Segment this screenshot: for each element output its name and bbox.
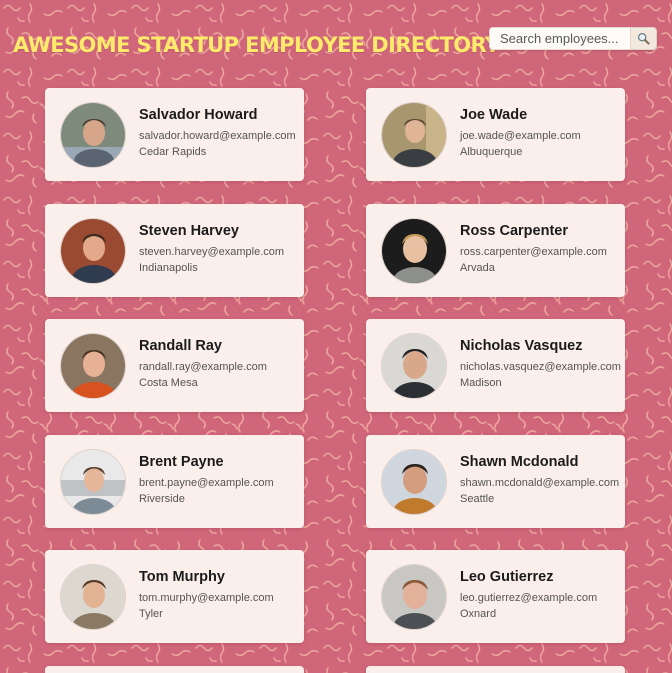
avatar	[60, 449, 126, 515]
employee-city: Tyler	[139, 608, 163, 620]
employee-card[interactable]: Ross Carpenter ross.carpenter@example.co…	[366, 204, 625, 297]
avatar	[381, 102, 447, 168]
avatar	[381, 449, 447, 515]
employee-card[interactable]	[366, 666, 625, 673]
search-button[interactable]	[630, 27, 657, 50]
page-header: AWESOME STARTUP EMPLOYEE DIRECTORY	[0, 0, 672, 80]
search-input[interactable]	[489, 27, 630, 50]
employee-city: Oxnard	[460, 608, 497, 620]
search-icon	[637, 32, 650, 45]
employee-city: Cedar Rapids	[139, 146, 207, 158]
employee-name: Tom Murphy	[139, 569, 225, 585]
employee-card[interactable]: Shawn Mcdonald shawn.mcdonald@example.co…	[366, 435, 625, 528]
employee-email: ross.carpenter@example.com	[460, 246, 607, 258]
employee-city: Riverside	[139, 493, 185, 505]
employee-city: Indianapolis	[139, 262, 198, 274]
avatar	[381, 333, 447, 399]
employee-name: Nicholas Vasquez	[460, 338, 583, 354]
employee-name: Leo Gutierrez	[460, 569, 554, 585]
employee-card[interactable]	[45, 666, 304, 673]
employee-card[interactable]: Steven Harvey steven.harvey@example.com …	[45, 204, 304, 297]
page-title: AWESOME STARTUP EMPLOYEE DIRECTORY	[13, 33, 500, 57]
employee-name: Brent Payne	[139, 454, 224, 470]
employee-card[interactable]: Brent Payne brent.payne@example.com Rive…	[45, 435, 304, 528]
employee-city: Albuquerque	[460, 146, 523, 158]
employee-card[interactable]: Joe Wade joe.wade@example.com Albuquerqu…	[366, 88, 625, 181]
employee-name: Salvador Howard	[139, 107, 258, 123]
employee-card[interactable]: Randall Ray randall.ray@example.com Cost…	[45, 319, 304, 412]
employee-email: tom.murphy@example.com	[139, 592, 274, 604]
employee-email: leo.gutierrez@example.com	[460, 592, 598, 604]
employee-card[interactable]: Salvador Howard salvador.howard@example.…	[45, 88, 304, 181]
avatar	[381, 564, 447, 630]
employee-card[interactable]: Tom Murphy tom.murphy@example.com Tyler	[45, 550, 304, 643]
employee-name: Joe Wade	[460, 107, 528, 123]
employee-name: Shawn Mcdonald	[460, 454, 579, 470]
employee-email: nicholas.vasquez@example.com	[460, 361, 621, 373]
avatar	[60, 564, 126, 630]
employee-city: Seattle	[460, 493, 495, 505]
avatar	[381, 218, 447, 284]
employee-email: salvador.howard@example.com	[139, 130, 296, 142]
employee-city: Madison	[460, 377, 502, 389]
employee-name: Randall Ray	[139, 338, 222, 354]
employee-city: Costa Mesa	[139, 377, 198, 389]
employee-name: Steven Harvey	[139, 223, 239, 239]
employee-email: joe.wade@example.com	[460, 130, 581, 142]
search-form	[489, 27, 657, 50]
employee-city: Arvada	[460, 262, 495, 274]
employee-email: shawn.mcdonald@example.com	[460, 477, 620, 489]
avatar	[60, 218, 126, 284]
avatar	[60, 333, 126, 399]
employee-card[interactable]: Leo Gutierrez leo.gutierrez@example.com …	[366, 550, 625, 643]
avatar	[60, 102, 126, 168]
employee-name: Ross Carpenter	[460, 223, 568, 239]
employee-email: steven.harvey@example.com	[139, 246, 285, 258]
employee-card[interactable]: Nicholas Vasquez nicholas.vasquez@exampl…	[366, 319, 625, 412]
employee-email: brent.payne@example.com	[139, 477, 274, 489]
employee-email: randall.ray@example.com	[139, 361, 267, 373]
